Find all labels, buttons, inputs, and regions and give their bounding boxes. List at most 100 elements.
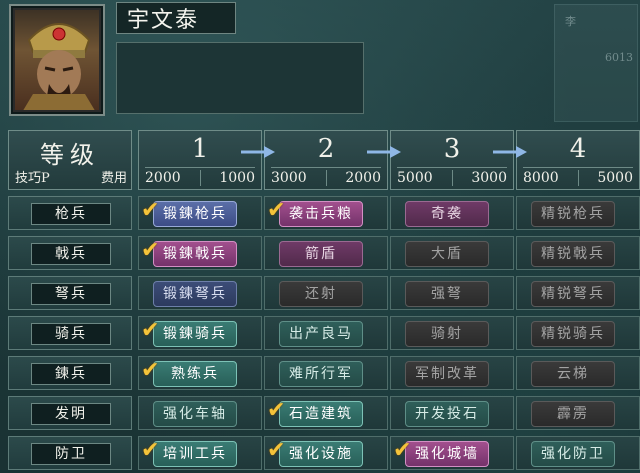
tier-skill-points: 5000 bbox=[397, 170, 433, 186]
row-label-cell: 枪兵 bbox=[8, 196, 132, 230]
tech-cell: 还射 bbox=[264, 276, 388, 310]
tech-button[interactable]: 强弩 bbox=[405, 281, 489, 307]
tech-button[interactable]: 强化车轴 bbox=[153, 401, 237, 427]
tech-button[interactable]: 锻鍊枪兵 bbox=[153, 201, 237, 227]
tech-button[interactable]: 石造建筑 bbox=[279, 401, 363, 427]
tech-button[interactable]: 精锐骑兵 bbox=[531, 321, 615, 347]
checkmark-icon: ✔ bbox=[267, 438, 286, 463]
tech-cell: 熟练兵 ✔ bbox=[138, 356, 262, 390]
tech-button[interactable]: 云梯 bbox=[531, 361, 615, 387]
cost-label: 费用 bbox=[100, 171, 127, 186]
tier-gold-cost: 1000 bbox=[219, 170, 255, 186]
tier-gold-cost: 2000 bbox=[345, 170, 381, 186]
tech-button[interactable]: 精锐戟兵 bbox=[531, 241, 615, 267]
tech-button[interactable]: 强化防卫 bbox=[531, 441, 615, 467]
checkmark-icon: ✔ bbox=[141, 198, 160, 223]
tech-button[interactable]: 精锐弩兵 bbox=[531, 281, 615, 307]
tech-cell: 锻鍊骑兵 ✔ bbox=[138, 316, 262, 350]
officer-portrait bbox=[15, 10, 99, 110]
tech-cell: 石造建筑 ✔ bbox=[264, 396, 388, 430]
cost-divider bbox=[451, 170, 453, 186]
tech-button[interactable]: 出产良马 bbox=[279, 321, 363, 347]
tech-cell: 强弩 bbox=[390, 276, 514, 310]
background-panel: 李 6013 bbox=[554, 4, 638, 122]
tech-cell: 精锐骑兵 bbox=[516, 316, 640, 350]
tech-cell: 锻鍊戟兵 ✔ bbox=[138, 236, 262, 270]
arrow-right-icon bbox=[366, 144, 402, 158]
tech-button[interactable]: 熟练兵 bbox=[153, 361, 237, 387]
tech-cell: 锻鍊弩兵 bbox=[138, 276, 262, 310]
category-label: 戟兵 bbox=[31, 243, 111, 265]
tier-gold-cost: 3000 bbox=[471, 170, 507, 186]
tech-row: 枪兵 锻鍊枪兵 ✔ 袭击兵粮 ✔ 奇袭 精锐枪兵 bbox=[8, 196, 640, 230]
tier-costs: 3000 2000 bbox=[271, 167, 381, 187]
tech-cell: 骑射 bbox=[390, 316, 514, 350]
portrait-illustration bbox=[23, 23, 95, 110]
tier-costs: 8000 5000 bbox=[523, 167, 633, 187]
tier-skill-points: 3000 bbox=[271, 170, 307, 186]
tier-costs: 5000 3000 bbox=[397, 167, 507, 187]
tech-row: 发明 强化车轴 石造建筑 ✔ 开发投石 霹雳 bbox=[8, 396, 640, 430]
row-label-cell: 防卫 bbox=[8, 436, 132, 470]
tech-button[interactable]: 强化城墙 bbox=[405, 441, 489, 467]
tech-cell: 难所行军 bbox=[264, 356, 388, 390]
tech-cell: 精锐弩兵 bbox=[516, 276, 640, 310]
tier-skill-points: 8000 bbox=[523, 170, 559, 186]
tech-cell: 强化车轴 bbox=[138, 396, 262, 430]
category-label: 鍊兵 bbox=[31, 363, 111, 385]
tech-button[interactable]: 锻鍊弩兵 bbox=[153, 281, 237, 307]
category-label: 弩兵 bbox=[31, 283, 111, 305]
tech-cell: 奇袭 bbox=[390, 196, 514, 230]
row-label-cell: 戟兵 bbox=[8, 236, 132, 270]
tech-button[interactable]: 骑射 bbox=[405, 321, 489, 347]
tech-button[interactable]: 奇袭 bbox=[405, 201, 489, 227]
tech-tree-table: 等级 技巧P 费用 1 2000 1000 2 3000 2000 3 5000… bbox=[8, 130, 640, 473]
category-label: 防卫 bbox=[31, 443, 111, 465]
tech-button[interactable]: 开发投石 bbox=[405, 401, 489, 427]
tech-button[interactable]: 精锐枪兵 bbox=[531, 201, 615, 227]
tier-number: 4 bbox=[569, 134, 587, 164]
tier-header-1: 1 2000 1000 bbox=[138, 130, 262, 190]
tech-button[interactable]: 锻鍊戟兵 bbox=[153, 241, 237, 267]
officer-portrait-frame bbox=[9, 4, 105, 116]
tech-cell: 精锐枪兵 bbox=[516, 196, 640, 230]
tech-button[interactable]: 袭击兵粮 bbox=[279, 201, 363, 227]
tech-button[interactable]: 箭盾 bbox=[279, 241, 363, 267]
tech-cell: 军制改革 bbox=[390, 356, 514, 390]
tier-skill-points: 2000 bbox=[145, 170, 181, 186]
level-title: 等级 bbox=[40, 141, 100, 169]
category-label: 枪兵 bbox=[31, 203, 111, 225]
checkmark-icon: ✔ bbox=[393, 438, 412, 463]
row-label-cell: 发明 bbox=[8, 396, 132, 430]
tier-header-3: 3 5000 3000 bbox=[390, 130, 514, 190]
checkmark-icon: ✔ bbox=[141, 358, 160, 383]
tier-costs: 2000 1000 bbox=[145, 167, 255, 187]
arrow-right-icon bbox=[492, 144, 528, 158]
tech-cell: 霹雳 bbox=[516, 396, 640, 430]
tech-cell: 箭盾 bbox=[264, 236, 388, 270]
arrow-right-icon bbox=[240, 144, 276, 158]
row-label-cell: 骑兵 bbox=[8, 316, 132, 350]
checkmark-icon: ✔ bbox=[141, 238, 160, 263]
level-header: 等级 技巧P 费用 bbox=[8, 130, 132, 190]
tech-button[interactable]: 霹雳 bbox=[531, 401, 615, 427]
tech-button[interactable]: 大盾 bbox=[405, 241, 489, 267]
tech-cell: 开发投石 bbox=[390, 396, 514, 430]
tech-button[interactable]: 军制改革 bbox=[405, 361, 489, 387]
tech-row: 弩兵 锻鍊弩兵 还射 强弩 精锐弩兵 bbox=[8, 276, 640, 310]
checkmark-icon: ✔ bbox=[141, 318, 160, 343]
tech-button[interactable]: 强化设施 bbox=[279, 441, 363, 467]
tech-cell: 强化设施 ✔ bbox=[264, 436, 388, 470]
checkmark-icon: ✔ bbox=[267, 198, 286, 223]
row-label-cell: 弩兵 bbox=[8, 276, 132, 310]
tech-button[interactable]: 培训工兵 bbox=[153, 441, 237, 467]
tech-button[interactable]: 锻鍊骑兵 bbox=[153, 321, 237, 347]
tech-cell: 袭击兵粮 ✔ bbox=[264, 196, 388, 230]
tech-cell: 出产良马 bbox=[264, 316, 388, 350]
tech-row: 鍊兵 熟练兵 ✔ 难所行军 军制改革 云梯 bbox=[8, 356, 640, 390]
tech-button[interactable]: 还射 bbox=[279, 281, 363, 307]
tech-button[interactable]: 难所行军 bbox=[279, 361, 363, 387]
level-subheader: 技巧P 费用 bbox=[15, 167, 127, 186]
tech-cell: 精锐戟兵 bbox=[516, 236, 640, 270]
skill-points-label: 技巧P bbox=[15, 171, 50, 186]
